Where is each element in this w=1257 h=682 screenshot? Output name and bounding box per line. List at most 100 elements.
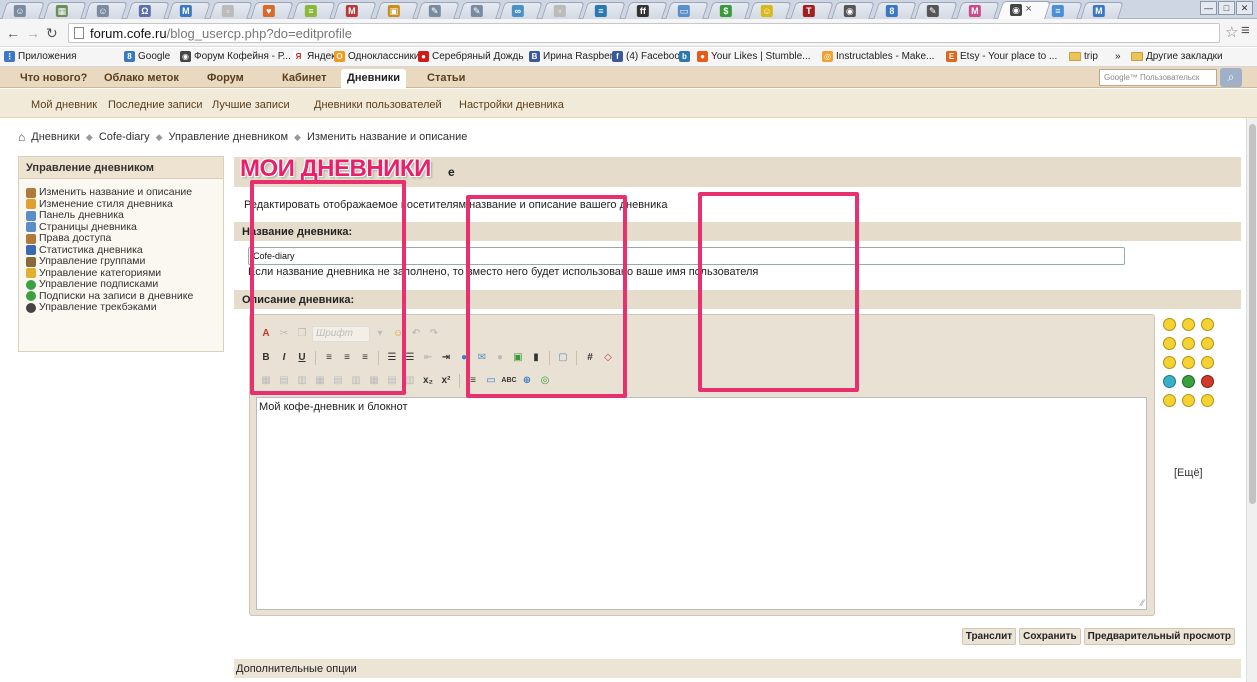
bookmark-item[interactable]: О Одноклассники — [334, 51, 419, 62]
translit-button[interactable]: Транслит — [961, 628, 1017, 645]
smiley-icon[interactable] — [1182, 375, 1195, 388]
nav-forum[interactable]: Форум — [207, 72, 244, 84]
subnav-my-diary[interactable]: Мой дневник — [31, 99, 97, 111]
smiley-icon[interactable] — [1201, 375, 1214, 388]
breadcrumb-diaries[interactable]: Дневники — [31, 131, 80, 143]
bookmark-item[interactable]: ◎ Instructables - Make... — [822, 51, 934, 62]
browser-tab[interactable]: ✎ — [457, 2, 502, 19]
back-icon[interactable]: ← — [6, 25, 20, 41]
bookmark-item[interactable]: ● Серебряный Дождь — [418, 51, 524, 62]
browser-tab[interactable]: M — [167, 2, 211, 19]
smiley-icon[interactable] — [1201, 394, 1214, 407]
browser-tab[interactable]: M — [955, 2, 1000, 19]
sidebar-item[interactable]: Панель дневника — [26, 209, 223, 222]
sidebar-item[interactable]: Управление подписками — [26, 278, 223, 291]
browser-tab[interactable]: M — [1080, 2, 1124, 19]
browser-tab[interactable]: ∞ — [499, 2, 543, 19]
nav-articles[interactable]: Статьи — [427, 72, 465, 84]
page-scrollbar[interactable] — [1246, 118, 1257, 682]
breadcrumb-cofe-diary[interactable]: Cofe-diary — [99, 131, 150, 143]
smiley-icon[interactable] — [1163, 375, 1176, 388]
editor-content[interactable]: Мой кофе-дневник и блокнот — [259, 401, 408, 413]
smiley-icon[interactable] — [1201, 337, 1214, 350]
browser-tab[interactable]: ▭ — [665, 2, 709, 19]
sidebar-item[interactable]: Управление трекбэками — [26, 301, 223, 314]
subnav-user-diaries[interactable]: Дневники пользователей — [314, 99, 442, 111]
browser-tab[interactable]: ▣ — [374, 2, 419, 19]
browser-menu-icon[interactable]: ≡ — [1241, 22, 1250, 39]
description-textarea[interactable]: Мой кофе-дневник и блокнот ⁄⁄ — [256, 397, 1147, 610]
reload-icon[interactable]: ↻ — [46, 25, 58, 42]
sidebar-item[interactable]: Управление группами — [26, 255, 223, 268]
smiley-icon[interactable] — [1163, 318, 1176, 331]
smiley-icon[interactable] — [1201, 318, 1214, 331]
bookmark-item[interactable]: E Etsy - Your place to ... — [946, 51, 1057, 62]
bookmark-item[interactable]: В Ирина Raspberry — [529, 51, 621, 62]
browser-tab[interactable]: ◉ — [831, 2, 875, 19]
nav-tag-cloud[interactable]: Облако меток — [104, 72, 179, 84]
home-icon[interactable]: ⌂ — [18, 130, 25, 144]
close-window-button[interactable]: ✕ — [1236, 1, 1253, 15]
browser-tab[interactable]: ≡ — [582, 2, 626, 19]
bookmark-item[interactable]: ◉ Форум Кофейня - Р... — [180, 51, 291, 62]
browser-tab[interactable]: 8 — [872, 2, 917, 19]
sidebar-item[interactable]: Изменить название и описание — [26, 186, 223, 199]
nav-diaries[interactable]: Дневники — [341, 69, 407, 88]
browser-tab[interactable]: ff — [623, 2, 668, 19]
browser-tab[interactable]: ≡ — [291, 2, 336, 19]
forward-icon[interactable]: → — [26, 25, 40, 41]
scrollbar-thumb[interactable] — [1249, 124, 1256, 504]
bookmark-item[interactable]: ⋮ Приложения — [4, 51, 77, 62]
bookmark-star-icon[interactable]: ☆ — [1225, 23, 1238, 41]
resize-handle-icon[interactable]: ⁄⁄ — [1141, 598, 1144, 608]
smiley-icon[interactable] — [1163, 356, 1176, 369]
indent-icon[interactable]: ⇥ — [438, 350, 454, 366]
subnav-recent-posts[interactable]: Последние записи — [108, 99, 203, 111]
extra-options-header[interactable]: Дополнительные опции — [234, 659, 1241, 678]
nav-whats-new[interactable]: Что нового? — [20, 72, 87, 84]
smiley-icon[interactable] — [1182, 356, 1195, 369]
browser-tab[interactable]: T — [789, 2, 834, 19]
superscript-icon[interactable]: x² — [438, 373, 454, 389]
bookmark-item[interactable]: b — [679, 51, 693, 62]
more-bookmarks-chevron[interactable]: » — [1115, 51, 1121, 62]
bookmark-item[interactable]: trip — [1069, 51, 1098, 62]
browser-tab[interactable]: ✎ — [914, 2, 958, 19]
minimize-button[interactable]: — — [1200, 1, 1217, 15]
smiley-icon[interactable] — [1182, 337, 1195, 350]
browser-tab-active[interactable]: ◉ × — [997, 1, 1051, 19]
browser-tab[interactable]: ☺ — [1, 2, 45, 19]
browser-tab[interactable]: ▦ — [42, 2, 87, 19]
browser-tab[interactable]: ♥ — [250, 2, 294, 19]
browser-tab[interactable]: ☺ — [748, 2, 792, 19]
outdent-icon[interactable]: ⇤ — [420, 350, 436, 366]
search-icon[interactable]: ⌕ — [1220, 68, 1242, 87]
smiley-icon[interactable] — [1182, 394, 1195, 407]
maximize-button[interactable]: □ — [1218, 1, 1235, 15]
smiley-icon[interactable] — [1163, 394, 1176, 407]
close-tab-icon[interactable]: × — [1025, 3, 1031, 15]
bookmark-item[interactable]: f (4) Facebook — [612, 51, 685, 62]
browser-tab[interactable]: ✎ — [416, 2, 460, 19]
browser-tab[interactable]: Ω — [125, 2, 170, 19]
browser-tab[interactable]: M — [333, 2, 377, 19]
subnav-diary-settings[interactable]: Настройки дневника — [459, 99, 564, 111]
breadcrumb-manage[interactable]: Управление дневником — [169, 131, 289, 143]
smiley-icon[interactable] — [1182, 318, 1195, 331]
browser-tab[interactable]: ☺ — [84, 2, 128, 19]
subnav-best-posts[interactable]: Лучшие записи — [212, 99, 290, 111]
more-smilies-link[interactable]: [Ещё] — [1174, 467, 1203, 479]
bookmark-item[interactable]: 8 Google — [124, 51, 170, 62]
browser-tab[interactable]: ▫ — [540, 2, 585, 19]
smiley-icon[interactable] — [1201, 356, 1214, 369]
nav-cabinet[interactable]: Кабинет — [282, 72, 327, 84]
browser-tab[interactable]: ▫ — [208, 2, 253, 19]
other-bookmarks-folder[interactable]: Другие закладки — [1131, 51, 1223, 62]
save-button[interactable]: Сохранить — [1019, 628, 1081, 645]
browser-tab[interactable]: $ — [706, 2, 751, 19]
sidebar-item[interactable]: Права доступа — [26, 232, 223, 245]
preview-button[interactable]: Предварительный просмотр — [1083, 628, 1235, 645]
undo-icon[interactable]: ↶ — [408, 326, 424, 342]
bookmark-item[interactable]: ● Your Likes | Stumble... — [697, 51, 811, 62]
address-bar[interactable]: forum.cofe.ru/blog_usercp.php?do=editpro… — [68, 23, 1220, 43]
